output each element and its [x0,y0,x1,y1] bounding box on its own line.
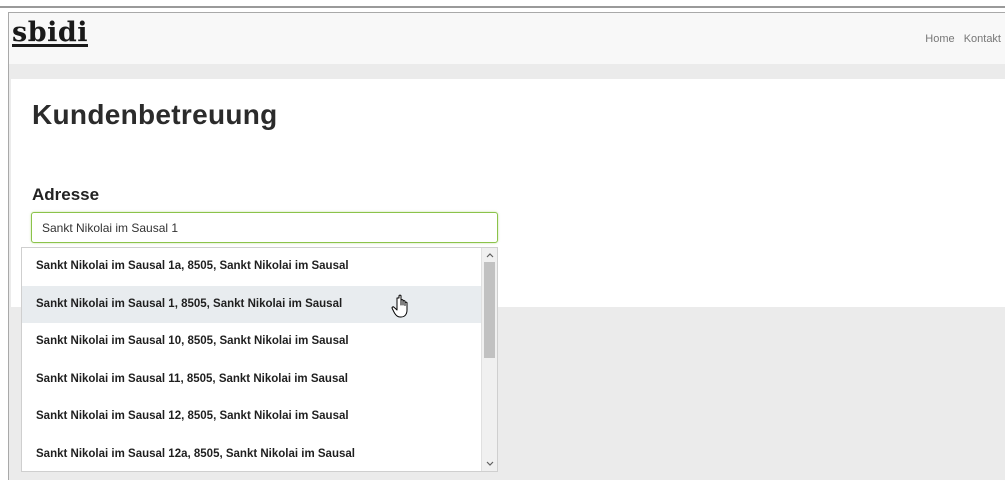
suggestion-item-highlighted[interactable]: Sankt Nikolai im Sausal 1, 8505, Sankt N… [22,285,482,323]
address-label: Adresse [32,185,100,204]
brand-logo[interactable]: sbidi [12,17,88,48]
suggestion-item[interactable]: Sankt Nikolai im Sausal 12, 8505, Sankt … [22,398,482,436]
nav-link-kontakt[interactable]: Kontakt [964,33,1001,45]
suggestion-item[interactable]: Sankt Nikolai im Sausal 1a, 8505, Sankt … [22,248,482,286]
page-title: Kundenbetreuung [32,99,278,130]
navbar: sbidi Home Kontakt [9,13,1005,64]
nav-links: Home Kontakt [919,33,1001,45]
suggestion-list: Sankt Nikolai im Sausal 1a, 8505, Sankt … [22,248,482,472]
suggestion-item[interactable]: Sankt Nikolai im Sausal 12a, 8505, Sankt… [22,436,482,472]
scrollbar-thumb[interactable] [484,262,495,358]
hand-pointer-cursor-icon [391,294,408,318]
scroll-down-arrow-icon[interactable] [482,457,497,471]
suggestion-item[interactable]: Sankt Nikolai im Sausal 10, 8505, Sankt … [22,323,482,361]
scroll-up-arrow-icon[interactable] [482,248,497,262]
address-input[interactable] [31,212,498,243]
window-top-edge [0,0,1005,8]
address-suggestions-dropdown: Sankt Nikolai im Sausal 1a, 8505, Sankt … [21,247,498,472]
suggestion-item[interactable]: Sankt Nikolai im Sausal 11, 8505, Sankt … [22,361,482,399]
dropdown-scrollbar[interactable] [481,248,497,471]
nav-link-home[interactable]: Home [925,33,954,45]
